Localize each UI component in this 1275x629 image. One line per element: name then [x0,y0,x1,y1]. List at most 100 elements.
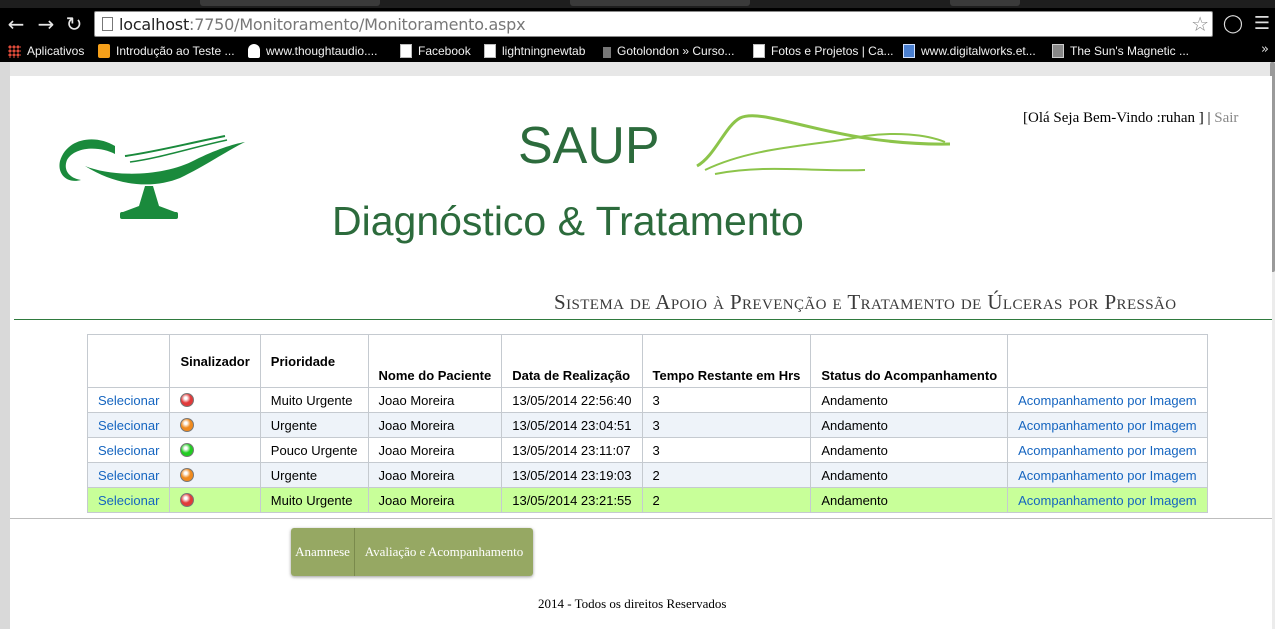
bookmark-item[interactable]: www.digitalworks.et... [903,40,1036,62]
date-cell: 13/05/2014 23:19:03 [501,462,643,488]
select-link[interactable]: Selecionar [98,468,159,483]
page-icon [484,44,496,58]
select-link-cell: Selecionar [86,412,171,438]
signal-cell [169,462,261,488]
page-content: SAUP Diagnóstico & Tratamento [Olá Seja … [10,76,1272,629]
image-tracking-link-cell: Acompanhamento por Imagem [1007,387,1208,413]
image-tracking-link[interactable]: Acompanhamento por Imagem [1018,493,1196,508]
image-tracking-link-cell: Acompanhamento por Imagem [1007,412,1208,438]
image-tracking-link[interactable]: Acompanhamento por Imagem [1018,443,1196,458]
back-icon[interactable]: ← [4,12,28,36]
orange-signal-icon [180,467,195,482]
date-cell: 13/05/2014 23:04:51 [501,412,643,438]
priority-cell: Muito Urgente [259,387,369,413]
col-tempo-restante: Tempo Restante em Hrs [641,334,812,388]
select-link-cell: Selecionar [86,437,171,463]
select-link-cell: Selecionar [86,487,171,513]
apps-grid-icon [8,44,21,58]
orange-signal-icon [180,417,195,432]
date-cell: 13/05/2014 23:11:07 [501,437,643,463]
menu-avaliacao-button[interactable]: Avaliação e Acompanhamento [355,528,533,576]
select-link[interactable]: Selecionar [98,443,159,458]
bookmark-item[interactable]: The Sun's Magnetic ... [1052,40,1189,62]
image-tracking-link[interactable]: Acompanhamento por Imagem [1018,393,1196,408]
patient-name-cell: Joao Moreira [367,487,503,513]
url-text[interactable]: localhost:7750/Monitoramento/Monitoramen… [119,15,526,34]
content-divider [10,518,1272,519]
browser-tab[interactable] [200,0,380,6]
browser-tab[interactable] [950,0,1020,6]
bookmark-label: Gotolondon » Curso... [617,44,735,58]
select-link[interactable]: Selecionar [98,493,159,508]
bookmark-item[interactable]: Aplicativos [8,40,84,62]
status-cell: Andamento [810,412,1009,438]
logout-link[interactable]: Sair [1214,110,1238,126]
image-tracking-link-cell: Acompanhamento por Imagem [1007,487,1208,513]
table-row: Selecionar Pouco Urgente Joao Moreira 13/05… [86,437,1208,463]
priority-cell: Urgente [259,462,369,488]
table-row: Selecionar Muito Urgente Joao Moreira 13/05… [86,387,1208,413]
bookmark-star-icon[interactable]: ☆ [1191,12,1209,36]
date-cell: 13/05/2014 23:21:55 [501,487,643,513]
hours-remaining-cell: 3 [641,387,812,413]
menu-icon[interactable]: ☰ [1250,12,1274,36]
forward-icon[interactable]: → [34,12,58,36]
signal-cell [169,387,261,413]
select-link[interactable]: Selecionar [98,393,159,408]
brand-title: SAUP [518,117,660,175]
browser-tab[interactable] [570,0,750,6]
patient-name-cell: Joao Moreira [367,437,503,463]
select-link[interactable]: Selecionar [98,418,159,433]
bookmark-label: Aplicativos [27,44,85,58]
patient-name-cell: Joao Moreira [367,387,503,413]
red-signal-icon [180,392,195,407]
bulb-icon [248,44,260,58]
sun-icon [1052,44,1064,58]
page-viewport: SAUP Diagnóstico & Tratamento [Olá Seja … [0,62,1275,629]
browser-toolbar: ← → ↻ localhost:7750/Monitoramento/Monit… [0,8,1275,40]
priority-cell: Urgente [259,412,369,438]
page-icon [753,44,765,58]
bookmark-label: lightningnewtab [502,44,586,58]
red-signal-icon [180,492,195,507]
table-header-row: Sinalizador Prioridade Nome do Paciente Dat… [86,334,1208,388]
priority-cell: Pouco Urgente [259,437,369,463]
col-data-realizacao: Data de Realização [501,334,643,388]
bookmark-label: Introdução ao Teste ... [116,44,235,58]
bookmark-item[interactable]: Introdução ao Teste ... [98,40,235,62]
bookmark-label: The Sun's Magnetic ... [1070,44,1190,58]
bookmark-item[interactable]: www.thoughtaudio.... [248,40,377,62]
reload-icon[interactable]: ↻ [62,12,86,36]
table-row: Selecionar Muito Urgente Joao Moreira 13/05… [86,487,1208,513]
bookmark-item[interactable]: Facebook [400,40,471,62]
signal-cell [169,487,261,513]
hours-remaining-cell: 3 [641,412,812,438]
system-name: Sistema de Apoio à Prevenção e Tratament… [554,290,1177,314]
col-sinalizador: Sinalizador [169,334,261,388]
status-cell: Andamento [810,437,1009,463]
image-tracking-link[interactable]: Acompanhamento por Imagem [1018,418,1196,433]
col-prioridade: Prioridade [259,334,369,388]
status-cell: Andamento [810,487,1009,513]
extension-icon[interactable]: ◯ [1221,12,1245,36]
status-cell: Andamento [810,462,1009,488]
bookmarks-overflow-icon[interactable]: » [1261,42,1269,57]
col-nome-paciente: Nome do Paciente [367,334,503,388]
menu-anamnese-button[interactable]: Anamnese [291,528,355,576]
greeting-text: [Olá Seja Bem-Vindo :ruhan ] | [1023,110,1215,126]
address-bar[interactable]: localhost:7750/Monitoramento/Monitoramen… [94,11,1213,37]
col-status: Status do Acompanhamento [810,334,1009,388]
brand-subtitle: Diagnóstico & Tratamento [332,198,804,244]
image-tracking-link-cell: Acompanhamento por Imagem [1007,462,1208,488]
bookmark-label: www.digitalworks.et... [921,44,1036,58]
table-row: Selecionar Urgente Joao Moreira 13/05/2014 … [86,412,1208,438]
lamp-logo-icon [59,135,245,219]
bookmark-item[interactable]: Gotolondon » Curso... [603,40,734,62]
image-tracking-link[interactable]: Acompanhamento por Imagem [1018,468,1196,483]
image-tracking-link-cell: Acompanhamento por Imagem [1007,437,1208,463]
bookmark-item[interactable]: Fotos e Projetos | Ca... [753,40,894,62]
bookmark-item[interactable]: lightningnewtab [484,40,585,62]
hash-icon [98,44,110,58]
tab-strip [0,0,1275,8]
page-icon [102,17,113,31]
